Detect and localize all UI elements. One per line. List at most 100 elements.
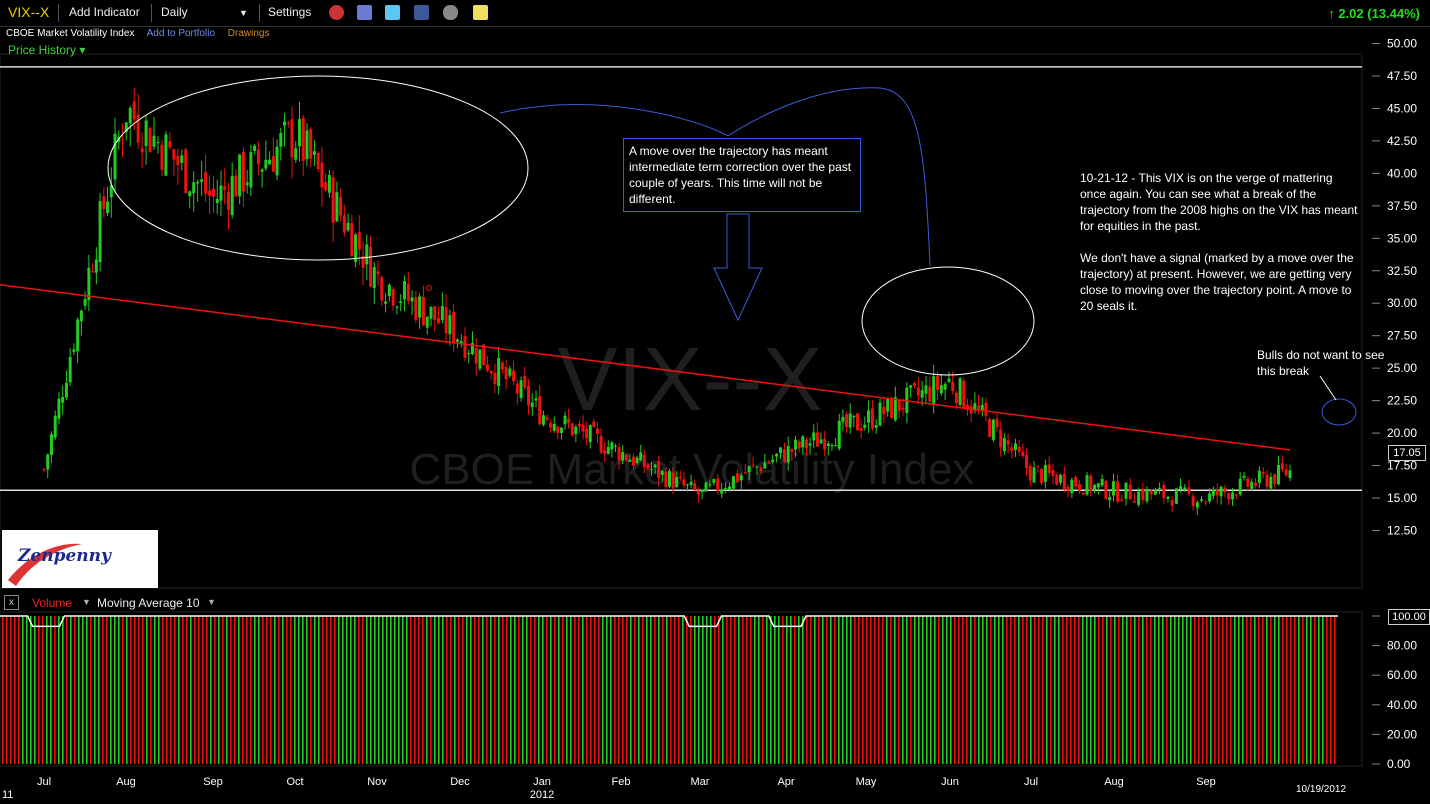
candle-body [208,190,212,196]
x-tick-label: Oct [286,776,303,788]
volume-bar [230,616,232,764]
candle-body [943,383,947,390]
volume-bar [198,616,200,764]
candle-body [527,385,531,406]
volume-bar [770,616,772,764]
candle-body [664,472,668,488]
close-icon[interactable]: x [4,595,19,610]
volume-bar [1210,616,1212,764]
candle-body [893,397,897,421]
volume-bar [874,616,876,764]
candle-body [391,289,395,306]
candle-body [380,277,384,301]
candle-body [316,152,320,170]
volume-bar [1022,616,1024,764]
volume-bar [702,616,704,764]
candle-body [657,461,661,478]
facebook-icon[interactable] [414,5,429,20]
candle-body [57,398,61,419]
alarm-clock-icon[interactable] [329,5,344,20]
chart-canvas[interactable]: VIX--X CBOE Market Volatility Index 12.5… [0,0,1430,804]
period-select[interactable]: Daily [161,5,188,19]
chevron-down-icon[interactable]: ▼ [82,597,91,607]
candle-body [91,271,95,273]
volume-bar [1098,616,1100,764]
candle-body [1002,438,1006,452]
volume-bar [130,616,132,764]
volume-header: x Volume ▼ Moving Average 10 ▼ [0,594,1360,612]
candle-body [1006,440,1010,445]
volume-bar [774,616,776,764]
candle-body [1227,493,1231,500]
volume-bar [530,616,532,764]
candle-body [1025,455,1029,469]
candle-body [716,478,720,491]
volume-bar [474,616,476,764]
candle-body [421,297,425,326]
candle-body [724,488,728,490]
candle-body [617,447,621,461]
volume-bar [422,616,424,764]
candle-body [628,459,632,462]
volume-bar [750,616,752,764]
volume-bar [362,616,364,764]
volume-bar [1058,616,1060,764]
volume-bar [498,616,500,764]
add-to-portfolio-link[interactable]: Add to Portfolio [147,28,215,39]
volume-bar [318,616,320,764]
symbol-label[interactable]: VIX--X [8,4,49,20]
x-tick-label: Jul [1024,776,1038,788]
candle-body [452,311,456,344]
twitter-icon[interactable] [385,5,400,20]
volume-bar [182,616,184,764]
candle-body [574,426,578,434]
candle-body [1070,479,1074,494]
candle-body [1204,501,1208,503]
volume-bar [394,616,396,764]
pointer-line [1319,375,1337,401]
binoculars-icon[interactable] [443,5,458,20]
candle-body [763,462,767,469]
volume-bar [1054,616,1056,764]
candle-body [947,378,951,382]
candle-body [563,415,567,425]
candle-body [160,144,164,170]
toolbar: VIX--X Add Indicator Daily ▼ Settings ↑ … [0,0,1430,27]
volume-bar [426,616,428,764]
volume-bar [1186,616,1188,764]
candle-body [215,198,219,204]
volume-bar [1274,616,1276,764]
drawings-link[interactable]: Drawings [228,28,270,39]
candle-body [192,182,196,194]
candle-body [1174,488,1178,504]
candle-body [342,215,346,233]
price-history-menu[interactable]: Price History ▾ [8,43,85,57]
volume-bar [450,616,452,764]
candle-body [350,223,354,257]
candle-body [635,457,639,464]
candle-body [954,392,958,403]
chevron-down-icon[interactable]: ▼ [239,8,248,18]
chevron-down-icon[interactable]: ▼ [207,597,216,607]
candle-body [64,382,68,398]
candle-body [320,162,324,188]
add-indicator-button[interactable]: Add Indicator [69,5,140,19]
candle-body [305,130,309,160]
note-icon[interactable] [473,5,488,20]
candle-body [863,424,867,428]
settings-button[interactable]: Settings [268,5,311,19]
volume-bar [98,616,100,764]
candle-body [1215,489,1219,496]
candle-body [1280,463,1284,470]
candle-body [1231,492,1235,500]
volume-bar [26,616,28,764]
candle-body [675,477,679,487]
volume-bar [1074,616,1076,764]
candle-body [444,307,448,334]
candle-body [874,425,878,428]
volume-bar [442,616,444,764]
save-icon[interactable] [357,5,372,20]
volume-bar [278,616,280,764]
volume-bar [1286,616,1288,764]
x-tick-label: Aug [1104,776,1124,788]
